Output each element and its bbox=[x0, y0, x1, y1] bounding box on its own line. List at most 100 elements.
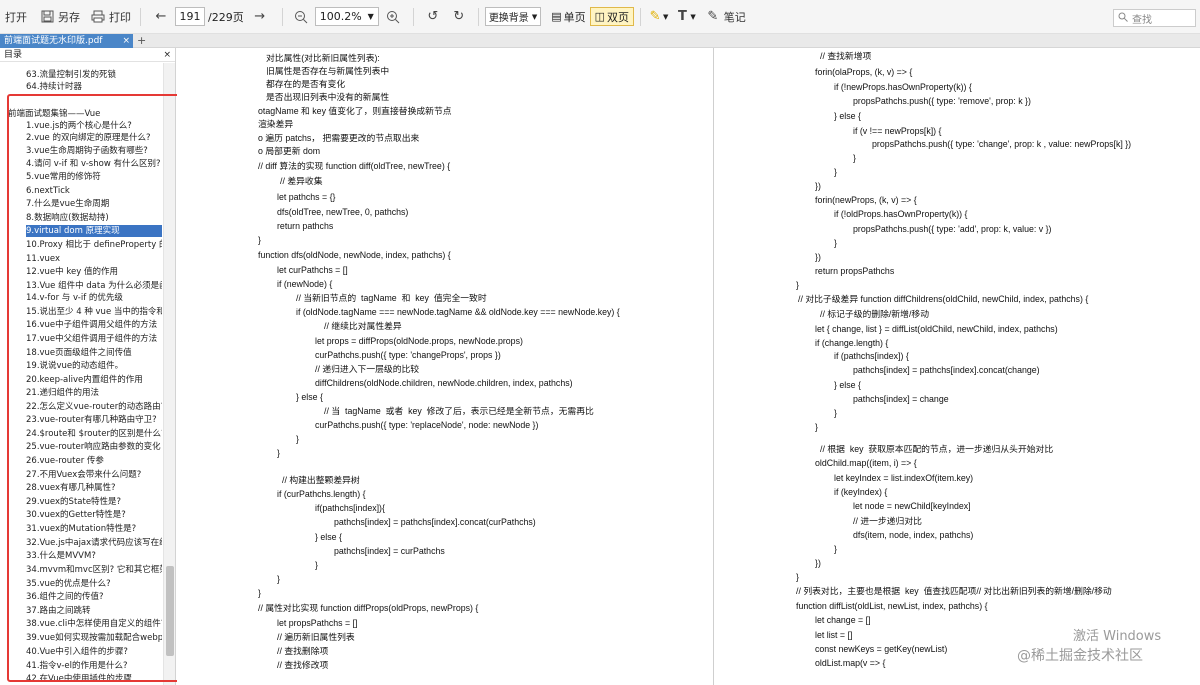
scrollbar-thumb[interactable] bbox=[166, 566, 174, 656]
single-page-icon: ▤ bbox=[551, 10, 562, 23]
outline-item[interactable]: 8.数据响应(数据劫持) bbox=[26, 212, 162, 224]
rotate-left-icon[interactable]: ↺ bbox=[425, 9, 441, 25]
document-view: 激活 Windows @稀土掘金技术社区 对比属性(对比新旧属性列表): 旧属性是… bbox=[177, 48, 1200, 685]
page-right-line: let node = newChild[keyIndex] bbox=[853, 501, 971, 511]
page-left-line: 都存在的是否有变化 bbox=[266, 79, 346, 89]
outline-item[interactable]: 41.指令v-el的作用是什么? bbox=[26, 660, 162, 672]
outline-item[interactable]: 5.vue常用的修饰符 bbox=[26, 171, 162, 183]
outline-item[interactable]: 11.vuex bbox=[26, 253, 162, 265]
outline-item[interactable]: 20.keep-alive内置组件的作用 bbox=[26, 374, 162, 386]
page-left-line: // 继续比对属性差异 bbox=[324, 321, 402, 331]
page-left-line: otagName 和 key 值变化了，则直接替换成新节点 bbox=[258, 106, 452, 116]
page-right-line: return propsPathchs bbox=[815, 266, 895, 276]
chevron-down-icon[interactable]: ▼ bbox=[663, 13, 668, 21]
outline-item[interactable]: 17.vue中父组件调用子组件的方法 bbox=[26, 333, 162, 345]
arrow-left-icon[interactable]: ← bbox=[153, 9, 169, 25]
page-right-line: if (!oldProps.hasOwnProperty(k)) { bbox=[834, 209, 968, 219]
page-right-line: let keyIndex = list.indexOf(item.key) bbox=[834, 473, 974, 483]
page-left-line: let curPathchs = [] bbox=[277, 265, 348, 275]
page-right-line: } bbox=[796, 572, 799, 582]
outline-item[interactable]: 36.组件之间的传值? bbox=[26, 591, 162, 603]
outline-item[interactable]: 10.Proxy 相比于 defineProperty 的优 bbox=[26, 239, 162, 251]
outline-item[interactable]: 24.$route和 $router的区别是什么? bbox=[26, 428, 162, 440]
outline-item[interactable]: 6.nextTick bbox=[26, 185, 162, 197]
page-left-line: 旧属性是否存在与新属性列表中 bbox=[266, 66, 390, 76]
outline-item[interactable]: 16.vue中子组件调用父组件的方法 bbox=[26, 319, 162, 331]
arrow-right-icon[interactable]: → bbox=[252, 9, 268, 25]
outline-item[interactable]: 22.怎么定义vue-router的动态路由?： bbox=[26, 401, 162, 413]
outline-item[interactable]: 23.vue-router有哪几种路由守卫? bbox=[26, 414, 162, 426]
outline-item[interactable]: 29.vuex的State特性是? bbox=[26, 496, 162, 508]
outline-item[interactable]: 7.什么是vue生命周期 bbox=[26, 198, 162, 210]
page-left-line: function dfs(oldNode, newNode, index, pa… bbox=[258, 250, 451, 260]
outline-item[interactable]: 3.vue生命周期钩子函数有哪些? bbox=[26, 145, 162, 157]
chevron-down-icon: ▼ bbox=[531, 12, 538, 21]
page-left-line: pathchs[index] = curPathchs bbox=[334, 546, 445, 556]
outline-item[interactable]: 33.什么是MVVM? bbox=[26, 550, 162, 562]
outline-item[interactable]: 37.路由之间跳转 bbox=[26, 605, 162, 617]
zoom-out-icon[interactable] bbox=[293, 9, 309, 25]
outline-item[interactable]: 34.mvvm和mvc区别? 它和其它框架 bbox=[26, 564, 162, 576]
outline-item[interactable]: 21.递归组件的用法 bbox=[26, 387, 162, 399]
outline-item[interactable]: 18.vue页面级组件之间传值 bbox=[26, 347, 162, 359]
outline-item[interactable]: 42.在Vue中使用插件的步骤 bbox=[26, 673, 162, 685]
search-input[interactable]: 查找 bbox=[1113, 9, 1196, 27]
page-right-line: oldList.map(v => { bbox=[815, 658, 886, 668]
outline-list: 63.流量控制引发的死锁 64.持续计时器前端面试题集锦——Vue 1.vue.js… bbox=[0, 63, 163, 685]
page-left-line: 渲染差异 bbox=[258, 119, 294, 129]
rotate-right-icon[interactable]: ↻ bbox=[451, 9, 467, 25]
outline-item[interactable]: 9.virtual dom 原理实现 bbox=[26, 225, 162, 237]
outline-item[interactable]: 64.持续计时器 bbox=[26, 81, 162, 93]
outline-item[interactable]: 12.vue中 key 值的作用 bbox=[26, 266, 162, 278]
outline-item[interactable]: 25.vue-router响应路由参数的变化 bbox=[26, 441, 162, 453]
double-page-button[interactable]: ◫ 双页 bbox=[589, 7, 635, 26]
page-left-line: 对比属性(对比新旧属性列表): bbox=[266, 53, 380, 63]
page-number-input[interactable]: 191 bbox=[175, 7, 205, 26]
outline-item[interactable]: 19.说说vue的动态组件。 bbox=[26, 360, 162, 372]
outline-item[interactable]: 28.vuex有哪几种属性? bbox=[26, 482, 162, 494]
page-right-line: // 标记子级的删除/新增/移动 bbox=[820, 309, 929, 319]
single-page-button[interactable]: ▤ 单页 bbox=[547, 7, 589, 26]
outline-item[interactable]: 2.vue 的双向绑定的原理是什么? bbox=[26, 132, 162, 144]
sidebar-scrollbar[interactable] bbox=[163, 63, 175, 685]
outline-item[interactable]: 前端面试题集锦——Vue bbox=[8, 108, 158, 120]
outline-item[interactable]: 38.vue.cli中怎样使用自定义的组件? 有 bbox=[26, 618, 162, 630]
outline-item[interactable]: 4.请问 v-if 和 v-show 有什么区别? bbox=[26, 158, 162, 170]
chevron-down-icon[interactable]: ▼ bbox=[690, 13, 695, 21]
print-button[interactable]: 打印 bbox=[87, 6, 134, 28]
zoom-select[interactable]: 100.2% ▼ bbox=[314, 7, 379, 26]
page-left-line: // 递归进入下一层级的比较 bbox=[315, 364, 420, 374]
outline-item[interactable]: 32.Vue.js中ajax请求代码应该写在组件 bbox=[26, 537, 162, 549]
close-icon[interactable]: × bbox=[163, 48, 171, 61]
outline-item[interactable]: 1.vue.js的两个核心是什么? bbox=[26, 120, 162, 132]
notes-button[interactable]: ✎ 笔记 bbox=[702, 6, 749, 28]
note-icon: ✎ bbox=[707, 9, 719, 24]
outline-item[interactable]: 40.Vue中引入组件的步骤? bbox=[26, 646, 162, 658]
zoom-in-icon[interactable] bbox=[385, 9, 401, 25]
page-left-line: curPathchs.push({ type: 'replaceNode', n… bbox=[315, 420, 539, 430]
divider bbox=[640, 7, 642, 26]
text-tool-icon[interactable]: T bbox=[674, 9, 690, 25]
outline-item[interactable]: 26.vue-router 传参 bbox=[26, 455, 162, 467]
outline-item[interactable]: 13.Vue 组件中 data 为什么必须是函数 bbox=[26, 280, 162, 292]
divider bbox=[140, 7, 141, 26]
page-right-line: if (pathchs[index]) { bbox=[834, 351, 909, 361]
open-button[interactable]: 打开 bbox=[2, 6, 30, 28]
outline-item[interactable]: 35.vue的优点是什么? bbox=[26, 578, 162, 590]
outline-item[interactable]: 27.不用Vuex会带来什么问题? bbox=[26, 469, 162, 481]
page-left-line: if (newNode) { bbox=[277, 279, 333, 289]
highlighter-icon[interactable]: ✎ bbox=[647, 9, 663, 25]
outline-item[interactable]: 15.说出至少 4 种 vue 当中的指令和它 bbox=[26, 306, 162, 318]
outline-item[interactable]: 14.v-for 与 v-if 的优先级 bbox=[26, 292, 162, 304]
close-icon[interactable]: × bbox=[122, 34, 130, 48]
outline-item[interactable]: 30.vuex的Getter特性是? bbox=[26, 509, 162, 521]
outline-item[interactable]: 39.vue如何实现按需加载配合webpack bbox=[26, 632, 162, 644]
tab-document[interactable]: 前端面试题无水印版.pdf × bbox=[0, 34, 133, 48]
page-left-line: dfs(oldTree, newTree, 0, pathchs) bbox=[277, 207, 409, 217]
new-tab-button[interactable]: + bbox=[137, 34, 146, 47]
page-left-line: o 遍历 patchs， 把需要更改的节点取出来 bbox=[258, 133, 420, 143]
save-as-button[interactable]: 另存 bbox=[36, 6, 83, 28]
background-select[interactable]: 更换背景 ▼ bbox=[484, 7, 542, 26]
outline-item[interactable]: 63.流量控制引发的死锁 bbox=[26, 69, 162, 81]
outline-item[interactable]: 31.vuex的Mutation特性是? bbox=[26, 523, 162, 535]
